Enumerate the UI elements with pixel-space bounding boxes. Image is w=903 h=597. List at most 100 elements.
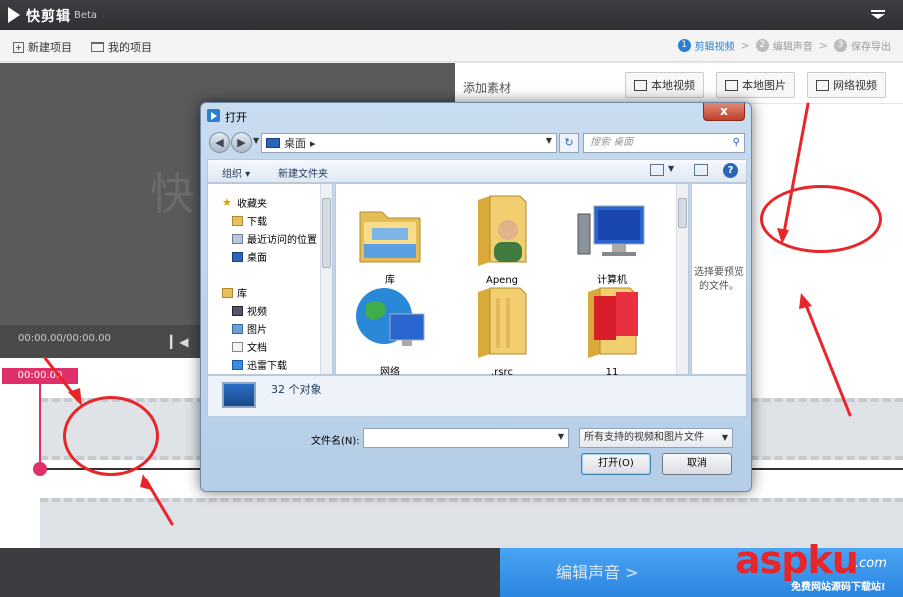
file-item-network[interactable]: 网络 bbox=[350, 284, 430, 378]
playhead-handle[interactable] bbox=[33, 462, 47, 476]
nav-item-label: 文档 bbox=[247, 343, 267, 354]
web-video-icon bbox=[816, 79, 829, 91]
annotation-circle bbox=[63, 396, 159, 476]
step-number: 1 bbox=[677, 39, 691, 52]
back-arrow-icon[interactable]: ◀ bbox=[209, 132, 230, 153]
search-icon[interactable]: ⚲ bbox=[733, 134, 740, 152]
chevron-right-icon: > bbox=[740, 39, 750, 52]
nav-item-label: 迅雷下载 bbox=[247, 361, 287, 372]
new-folder-button[interactable]: 新建文件夹 bbox=[278, 165, 328, 180]
annotation-circle bbox=[760, 185, 882, 253]
file-item-apeng[interactable]: Apeng bbox=[462, 192, 542, 286]
command-bar: 组织 ▾ 新建文件夹 ▼ ? bbox=[207, 159, 747, 183]
monitor-icon bbox=[222, 382, 256, 408]
breadcrumb-arrow-icon[interactable]: ▸ bbox=[310, 137, 316, 150]
filename-input[interactable]: ▼ bbox=[363, 428, 569, 448]
preview-watermark: 快 bbox=[150, 169, 194, 220]
file-item-libraries[interactable]: 库 bbox=[350, 192, 430, 286]
file-item-rsrc[interactable]: .rsrc bbox=[462, 284, 542, 378]
forward-arrow-icon[interactable]: ▶ bbox=[231, 132, 252, 153]
folder-icon bbox=[478, 287, 527, 358]
workflow-steps: 1 剪辑视频 > 2 编辑声音 > 3 保存导出 bbox=[677, 38, 891, 53]
folder-icon bbox=[91, 42, 104, 52]
computer-icon bbox=[577, 205, 645, 256]
library-icon bbox=[222, 287, 233, 298]
app-name: 快剪辑 bbox=[26, 9, 71, 25]
view-options-icon[interactable] bbox=[650, 164, 664, 176]
file-item-computer[interactable]: 计算机 bbox=[572, 192, 652, 286]
local-video-button[interactable]: 本地视频 bbox=[625, 72, 704, 98]
new-project-label: 新建项目 bbox=[28, 41, 72, 54]
help-icon[interactable]: ? bbox=[723, 163, 738, 178]
image-folder-icon bbox=[588, 287, 638, 358]
playhead-time[interactable]: 00:00.00 bbox=[2, 368, 78, 384]
address-bar[interactable]: 桌面 ▸ ▼ bbox=[261, 133, 557, 153]
site-tld: .com bbox=[855, 556, 887, 571]
chevron-down-icon[interactable]: ▼ bbox=[546, 136, 552, 145]
thunder-download-icon bbox=[232, 359, 243, 370]
preview-pane-icon[interactable] bbox=[694, 164, 708, 176]
search-input[interactable]: 搜索 桌面 ⚲ bbox=[583, 133, 745, 153]
web-video-button[interactable]: 网络视频 bbox=[807, 72, 886, 98]
app-titlebar: 快剪辑 Beta bbox=[0, 0, 903, 30]
step-save-export[interactable]: 3 保存导出 bbox=[834, 38, 891, 53]
file-type-filter-value: 所有支持的视频和图片文件 bbox=[584, 432, 704, 443]
step-number: 3 bbox=[834, 39, 847, 52]
dialog-titlebar[interactable]: 打开 x bbox=[201, 103, 751, 127]
desktop-icon bbox=[232, 251, 243, 262]
app-logo-icon bbox=[8, 7, 20, 23]
nav-item-label: 桌面 bbox=[247, 253, 267, 264]
preview-pane: 选择要预览的文件。 bbox=[691, 183, 747, 375]
download-folder-icon bbox=[232, 215, 243, 226]
details-pane: 32 个对象 bbox=[207, 375, 747, 417]
address-text: 桌面 bbox=[284, 137, 306, 150]
star-icon: ★ bbox=[222, 195, 232, 209]
beta-badge: Beta bbox=[74, 10, 98, 21]
video-library-icon bbox=[232, 305, 243, 316]
filename-label: 文件名(N): bbox=[311, 436, 360, 447]
my-projects-button[interactable]: 我的项目 bbox=[91, 39, 152, 55]
nav-item-label: 视频 bbox=[247, 307, 267, 318]
file-item-11[interactable]: 11 bbox=[572, 284, 652, 378]
plus-icon bbox=[13, 41, 24, 53]
search-placeholder: 搜索 桌面 bbox=[590, 137, 634, 148]
user-folder-icon bbox=[478, 195, 527, 266]
step-label: 剪辑视频 bbox=[694, 42, 735, 53]
playback-timecode: 00:00.00/00:00.00 bbox=[18, 333, 111, 344]
image-file-icon bbox=[725, 79, 738, 91]
chevron-down-icon[interactable]: ▼ bbox=[722, 429, 728, 447]
refresh-icon[interactable]: ↻ bbox=[559, 133, 579, 153]
desktop-icon bbox=[266, 138, 280, 148]
site-watermark-logo: aspku .com 免费网站源码下载站! bbox=[735, 538, 901, 595]
organize-menu[interactable]: 组织 ▾ bbox=[222, 165, 250, 180]
nav-item-label: 图片 bbox=[247, 325, 267, 336]
skip-back-icon[interactable]: ▎◀ bbox=[170, 335, 188, 349]
step-number: 2 bbox=[755, 39, 769, 52]
new-project-button[interactable]: 新建项目 bbox=[13, 39, 72, 55]
app-icon bbox=[207, 109, 220, 122]
cancel-button[interactable]: 取消 bbox=[662, 453, 732, 475]
close-button[interactable]: x bbox=[703, 103, 745, 121]
chevron-down-icon[interactable]: ▼ bbox=[668, 164, 674, 173]
step-edit-audio[interactable]: 2 编辑声音 bbox=[755, 38, 813, 53]
file-type-filter[interactable]: 所有支持的视频和图片文件 ▼ bbox=[579, 428, 733, 448]
local-video-label: 本地视频 bbox=[651, 79, 695, 92]
open-button[interactable]: 打开(O) bbox=[581, 453, 651, 475]
nav-item-favorites[interactable]: ★ 收藏夹 bbox=[222, 194, 334, 211]
file-list-scrollbar[interactable] bbox=[676, 184, 688, 374]
playhead-line[interactable] bbox=[39, 384, 41, 470]
my-projects-label: 我的项目 bbox=[108, 41, 152, 54]
open-file-dialog: 打开 x ◀ ▶ ▼ 桌面 ▸ ▼ ↻ 搜索 桌面 ⚲ 组织 ▾ 新建文件夹 ▼… bbox=[200, 102, 752, 492]
local-image-button[interactable]: 本地图片 bbox=[716, 72, 795, 98]
material-panel-title: 添加素材 bbox=[463, 81, 512, 95]
nav-item-libraries[interactable]: 库 bbox=[222, 284, 334, 301]
main-toolbar: 新建项目 我的项目 1 剪辑视频 > 2 编辑声音 > 3 保存导出 bbox=[0, 30, 903, 62]
chevron-right-icon: > bbox=[818, 39, 828, 52]
network-icon bbox=[356, 288, 425, 346]
nav-scrollbar[interactable] bbox=[320, 184, 332, 374]
menu-dropdown-icon[interactable] bbox=[871, 10, 885, 20]
history-dropdown-icon[interactable]: ▼ bbox=[253, 136, 259, 145]
step-edit-video[interactable]: 1 剪辑视频 bbox=[677, 38, 735, 53]
chevron-down-icon[interactable]: ▼ bbox=[558, 432, 564, 441]
video-file-icon bbox=[634, 79, 647, 91]
